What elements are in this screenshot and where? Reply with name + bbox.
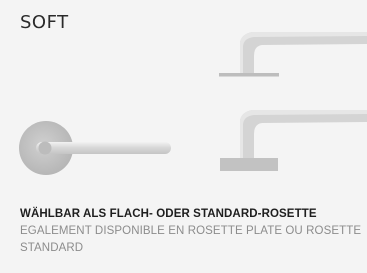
lever-bar bbox=[36, 142, 171, 154]
flat-rosette-plate bbox=[219, 73, 279, 77]
handle-illustration bbox=[19, 32, 367, 175]
caption-primary: WÄHLBAR ALS FLACH- ODER STANDARD-ROSETTE bbox=[20, 208, 317, 220]
caption-secondary: EGALEMENT DISPONIBLE EN ROSETTE PLATE OU… bbox=[20, 225, 362, 254]
standard-rosette-side-view bbox=[220, 110, 367, 171]
rosette-caption: WÄHLBAR ALS FLACH- ODER STANDARD-ROSETTE… bbox=[20, 206, 365, 257]
handle-front-view bbox=[19, 121, 171, 175]
flat-rosette-side-view bbox=[219, 32, 367, 77]
standard-rosette-plate bbox=[220, 158, 278, 171]
lever-neck bbox=[38, 141, 52, 155]
